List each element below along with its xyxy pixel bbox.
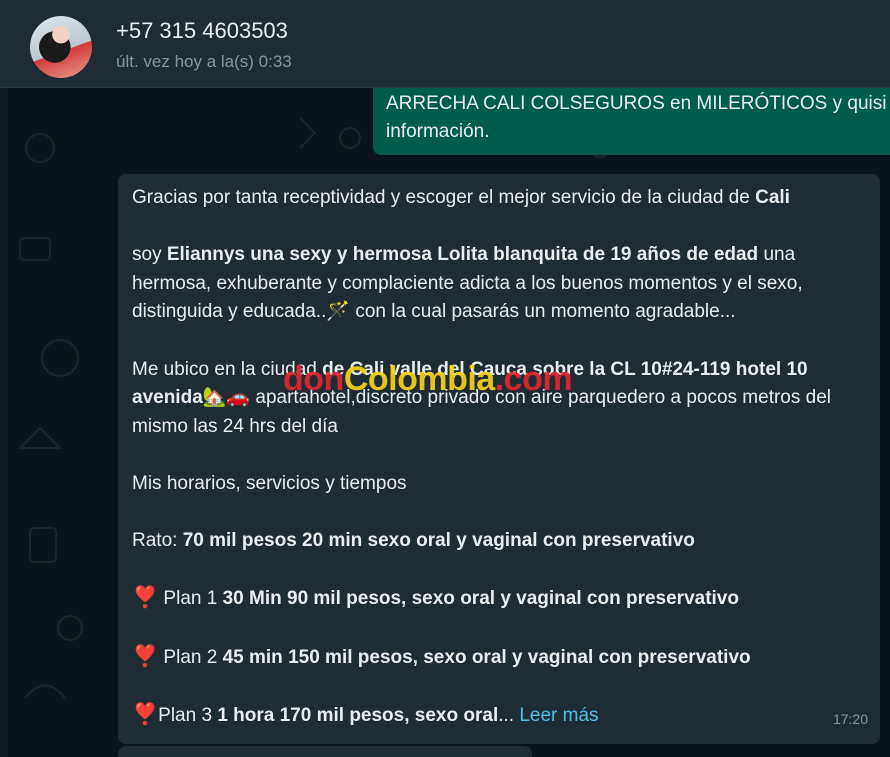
- contact-name[interactable]: +57 315 4603503: [116, 18, 288, 44]
- read-more-link[interactable]: Leer más: [519, 705, 598, 726]
- heart-exclamation-icon: ❣️: [132, 586, 159, 610]
- message-bold-text: 30 Min 90 mil pesos, sexo oral y vaginal…: [222, 588, 739, 610]
- message-bold-text: Eliannys una sexy y hermosa Lolita blanq…: [166, 244, 759, 266]
- scroll-edge: [0, 88, 8, 757]
- magic-wand-emoji-icon: 🪄: [326, 301, 351, 323]
- message-text: Plan 3: [158, 704, 218, 726]
- message-text: Plan 2: [158, 646, 223, 668]
- message-paragraph: ❣️ Plan 2 45 min 150 mil pesos, sexo ora…: [132, 643, 866, 673]
- message-text: ...: [498, 704, 520, 726]
- last-seen-status: últ. vez hoy a la(s) 0:33: [116, 52, 292, 71]
- message-text: Rato:: [132, 530, 183, 552]
- message-text: Plan 1: [158, 588, 223, 610]
- message-text: Me ubico en la ciudad: [132, 358, 323, 380]
- message-paragraph: soy Eliannys una sexy y hermosa Lolita b…: [132, 241, 866, 327]
- message-paragraph: Rato: 70 mil pesos 20 min sexo oral y va…: [132, 527, 866, 556]
- heart-exclamation-icon: ❣️: [132, 702, 159, 726]
- message-paragraph: ❣️Plan 3 1 hora 170 mil pesos, sexo oral…: [132, 701, 866, 731]
- message-text: Gracias por tanta receptividad y escoger…: [132, 187, 756, 208]
- message-bold-text: 45 min 150 mil pesos, sexo oral y vagina…: [222, 646, 751, 668]
- message-paragraph: Gracias por tanta receptividad y escoger…: [132, 184, 866, 213]
- outgoing-message-line: información.: [386, 121, 490, 142]
- outgoing-message-bubble[interactable]: ARRECHA CALI COLSEGUROS en MILERÓTICOS y…: [373, 88, 890, 155]
- heart-exclamation-icon: ❣️: [132, 644, 159, 668]
- chat-header[interactable]: +57 315 4603503 últ. vez hoy a la(s) 0:3…: [0, 0, 890, 88]
- message-bold-text: Cali: [755, 187, 790, 208]
- incoming-message-bubble[interactable]: Gracias por tanta receptividad y escoger…: [118, 174, 880, 744]
- message-text: con la cual pasarás un momento agradable…: [350, 301, 736, 323]
- next-message-bubble[interactable]: [118, 746, 532, 757]
- message-paragraph: Me ubico en la ciudad de Cali valle del …: [132, 356, 866, 442]
- chat-area[interactable]: ARRECHA CALI COLSEGUROS en MILERÓTICOS y…: [0, 88, 890, 757]
- message-bold-text: 1 hora 170 mil pesos, sexo oral: [217, 704, 499, 726]
- message-paragraph: Mis horarios, servicios y tiempos: [132, 472, 407, 494]
- house-car-emoji-icon: 🏡🚗: [202, 387, 251, 409]
- message-bold-text: 70 mil pesos 20 min sexo oral y vaginal …: [182, 530, 695, 552]
- message-paragraph: ❣️ Plan 1 30 Min 90 mil pesos, sexo oral…: [132, 584, 866, 614]
- message-text: soy: [132, 244, 167, 266]
- message-timestamp: 17:20: [832, 711, 868, 728]
- outgoing-message-line: ARRECHA CALI COLSEGUROS en MILERÓTICOS y…: [386, 93, 887, 114]
- contact-avatar[interactable]: [30, 16, 92, 78]
